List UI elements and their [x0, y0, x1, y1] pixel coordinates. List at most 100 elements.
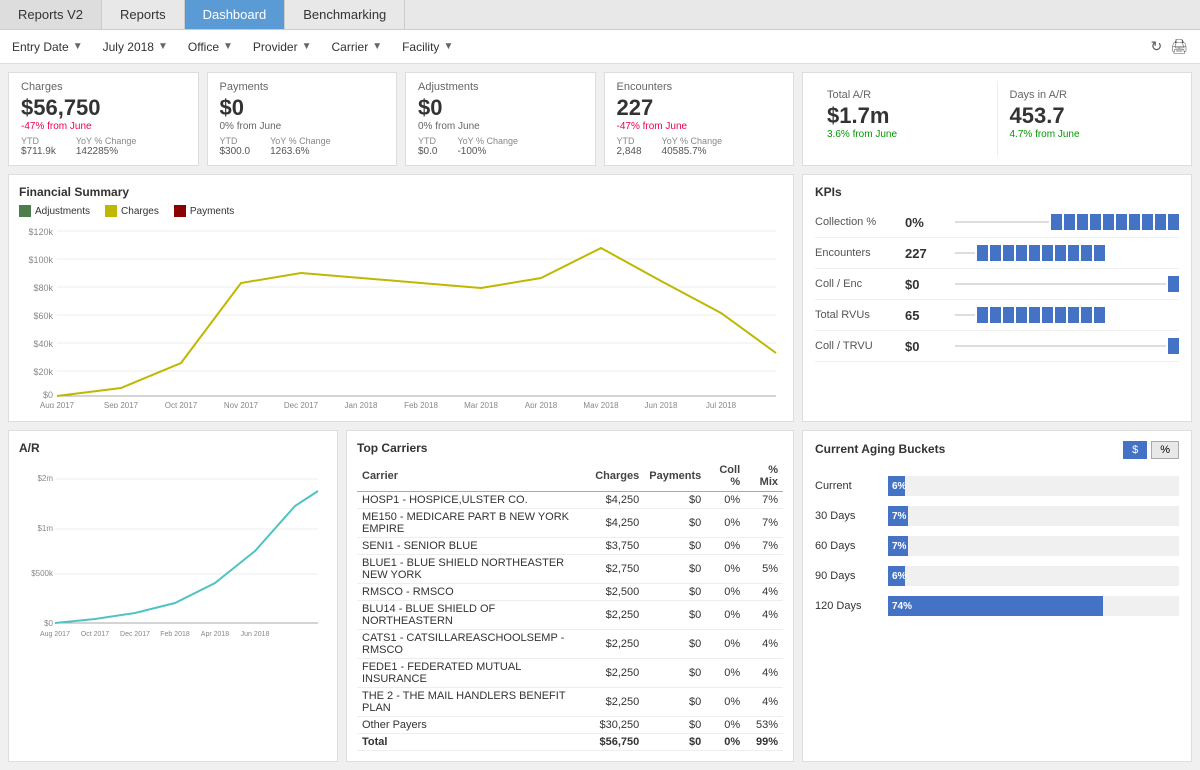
aging-bar-wrap: 74%	[888, 596, 1179, 616]
carrier-label: Carrier	[332, 40, 369, 54]
aging-row: 30 Days 7%	[815, 501, 1179, 531]
carrier-payments: $0	[644, 555, 706, 584]
metric-collection: Collection % 0%	[815, 207, 1179, 238]
filter-carrier[interactable]: Carrier ▼	[332, 40, 383, 54]
facility-arrow: ▼	[443, 41, 453, 52]
days-ar-change: 4.7% from June	[1010, 129, 1168, 140]
financial-summary-panel: Financial Summary Adjustments Charges Pa…	[8, 174, 794, 422]
aging-bar-fill: 74%	[888, 596, 1103, 616]
tab-dashboard[interactable]: Dashboard	[185, 0, 286, 29]
legend-payments-dot	[174, 205, 186, 217]
aging-pct: 7%	[892, 541, 906, 552]
tab-benchmarking[interactable]: Benchmarking	[285, 0, 405, 29]
metric-rvus-label: Total RVUs	[815, 309, 905, 321]
aging-panel: Current Aging Buckets $ % Current 6% 30 …	[802, 430, 1192, 762]
financial-summary-title: Financial Summary	[19, 185, 783, 199]
carrier-charges: $2,250	[590, 659, 644, 688]
carrier-name: SENI1 - SENIOR BLUE	[357, 538, 590, 555]
carriers-table: Carrier Charges Payments Coll % % Mix HO…	[357, 461, 783, 751]
filter-provider[interactable]: Provider ▼	[253, 40, 312, 54]
metric-encounters-val: 227	[905, 246, 955, 261]
charges-yoy: YoY % Change 142285%	[76, 136, 137, 157]
aging-row: Current 6%	[815, 471, 1179, 501]
svg-text:$80k: $80k	[33, 283, 53, 293]
carrier-name: Total	[357, 734, 590, 751]
carrier-coll: 0%	[706, 538, 745, 555]
aging-pct: 6%	[892, 481, 906, 492]
svg-text:$120k: $120k	[28, 227, 53, 237]
filter-entry-date[interactable]: Entry Date ▼	[12, 40, 83, 54]
carrier-charges: $2,250	[590, 630, 644, 659]
carrier-mix: 7%	[745, 492, 783, 509]
aging-bar-fill: 6%	[888, 476, 905, 496]
filter-date-range[interactable]: July 2018 ▼	[103, 40, 168, 54]
adjustments-value: $0	[418, 95, 583, 121]
aging-bars: Current 6% 30 Days 7% 60 Days 7% 90 Days…	[815, 471, 1179, 621]
carrier-name: ME150 - MEDICARE PART B NEW YORK EMPIRE	[357, 509, 590, 538]
provider-arrow: ▼	[302, 41, 312, 52]
tab-reports[interactable]: Reports	[102, 0, 185, 29]
legend-adjustments-dot	[19, 205, 31, 217]
office-label: Office	[188, 40, 219, 54]
carrier-mix: 4%	[745, 601, 783, 630]
aging-pct: 74%	[892, 601, 912, 612]
svg-text:May 2018: May 2018	[583, 401, 619, 408]
encounters-value: 227	[617, 95, 782, 121]
filter-facility[interactable]: Facility ▼	[402, 40, 453, 54]
table-row: BLUE1 - BLUE SHIELD NORTHEASTER NEW YORK…	[357, 555, 783, 584]
kpi-ar-section: Total A/R $1.7m 3.6% from June Days in A…	[802, 72, 1192, 166]
svg-text:$2m: $2m	[37, 474, 53, 483]
legend-charges: Charges	[105, 205, 159, 217]
table-row: CATS1 - CATSILLAREASCHOOLSEMP -RMSCO $2,…	[357, 630, 783, 659]
legend-payments-label: Payments	[190, 206, 234, 217]
facility-label: Facility	[402, 40, 439, 54]
carrier-coll: 0%	[706, 584, 745, 601]
aging-row: 120 Days 74%	[815, 591, 1179, 621]
carrier-mix: 7%	[745, 538, 783, 555]
aging-toggle-pct[interactable]: %	[1151, 441, 1179, 459]
carrier-coll: 0%	[706, 659, 745, 688]
carrier-coll: 0%	[706, 734, 745, 751]
aging-row-label: 60 Days	[815, 540, 880, 552]
filter-office[interactable]: Office ▼	[188, 40, 233, 54]
main-content: Charges $56,750 -47% from June YTD $711.…	[0, 64, 1200, 770]
legend-adjustments-label: Adjustments	[35, 206, 90, 217]
date-range-label: July 2018	[103, 40, 154, 54]
tab-reports-v2[interactable]: Reports V2	[0, 0, 102, 29]
adjustments-yoy: YoY % Change -100%	[457, 136, 518, 157]
kpi-metrics-title: KPIs	[815, 185, 1179, 199]
total-ar-label: Total A/R	[827, 89, 985, 101]
carrier-charges: $2,750	[590, 555, 644, 584]
metric-collection-label: Collection %	[815, 216, 905, 228]
carrier-payments: $0	[644, 538, 706, 555]
print-icon[interactable]: 🖨	[1170, 38, 1188, 55]
metric-coll-enc: Coll / Enc $0	[815, 269, 1179, 300]
svg-text:Oct 2017: Oct 2017	[165, 401, 198, 408]
adjustments-label: Adjustments	[418, 81, 583, 93]
carrier-coll: 0%	[706, 688, 745, 717]
ar-chart: $2m $1m $500k $0 Aug 2017 Oct 2017 Dec 2…	[19, 461, 327, 646]
adjustments-ytd: YTD $0.0	[418, 136, 437, 157]
refresh-icon[interactable]: ↻	[1150, 38, 1162, 55]
svg-text:Feb 2018: Feb 2018	[404, 401, 438, 408]
svg-text:$1m: $1m	[37, 524, 53, 533]
aging-bar-fill: 7%	[888, 506, 908, 526]
metric-coll-trvu-val: $0	[905, 339, 955, 354]
aging-bar-wrap: 6%	[888, 566, 1179, 586]
legend-charges-label: Charges	[121, 206, 159, 217]
charges-value: $56,750	[21, 95, 186, 121]
table-row: BLU14 - BLUE SHIELD OF NORTHEASTERN $2,2…	[357, 601, 783, 630]
days-ar-value: 453.7	[1010, 103, 1168, 129]
aging-toggle-dollar[interactable]: $	[1123, 441, 1147, 459]
carrier-mix: 5%	[745, 555, 783, 584]
legend-adjustments: Adjustments	[19, 205, 90, 217]
svg-text:Jan 2018: Jan 2018	[345, 401, 378, 408]
carrier-coll: 0%	[706, 492, 745, 509]
aging-toggle: $ %	[1123, 441, 1179, 459]
ar-title: A/R	[19, 441, 327, 455]
encounters-label: Encounters	[617, 81, 782, 93]
chart-legend: Adjustments Charges Payments	[19, 205, 783, 217]
carrier-payments: $0	[644, 492, 706, 509]
col-coll: Coll %	[706, 461, 745, 492]
carrier-charges: $30,250	[590, 717, 644, 734]
